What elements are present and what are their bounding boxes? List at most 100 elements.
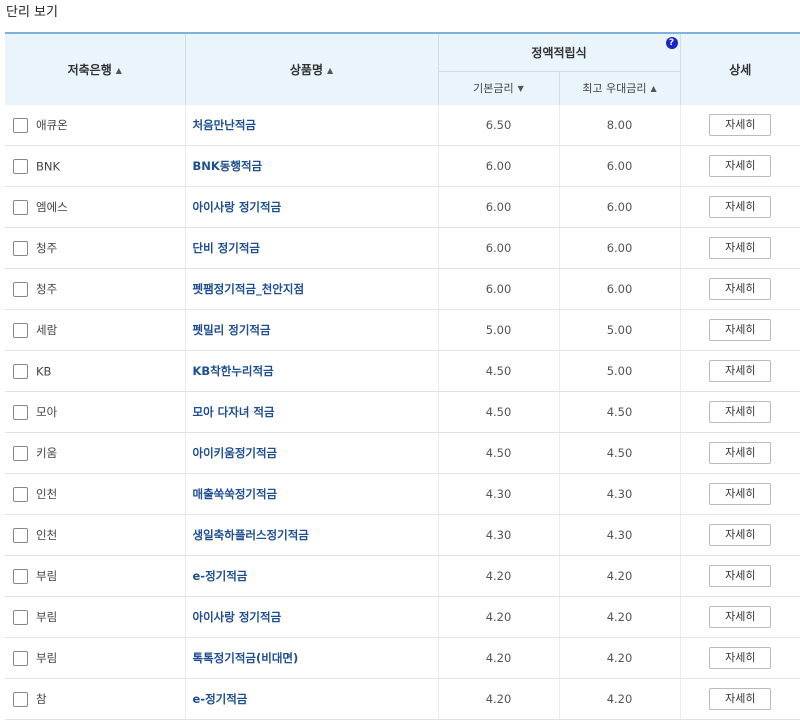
row-checkbox[interactable] — [13, 527, 28, 543]
row-checkbox[interactable] — [13, 609, 28, 625]
detail-button[interactable]: 자세히 — [709, 524, 772, 546]
max-preferential-rate: 6.00 — [558, 145, 681, 187]
table-row: 참 e-정기적금 4.20 4.20 자세히 — [5, 678, 800, 720]
table-row: BNK BNK동행적금 6.00 6.00 자세히 — [5, 145, 800, 187]
bank-cell: 인천 — [5, 514, 185, 556]
product-cell: 아이사랑 정기적금 — [184, 596, 438, 638]
table-row: 인천 생일축하플러스정기적금 4.30 4.30 자세히 — [5, 514, 800, 556]
bank-name: 참 — [36, 692, 47, 706]
bank-name: 모아 — [36, 405, 58, 419]
sort-asc-icon[interactable]: ▲ — [327, 66, 333, 75]
detail-button[interactable]: 자세히 — [709, 360, 772, 382]
row-checkbox[interactable] — [13, 650, 28, 666]
detail-button[interactable]: 자세히 — [709, 114, 772, 136]
row-checkbox[interactable] — [13, 404, 28, 420]
product-name-link[interactable]: 단비 정기적금 — [193, 241, 260, 255]
product-name-link[interactable]: 매출쑥쑥정기적금 — [193, 487, 278, 501]
row-checkbox[interactable] — [13, 199, 28, 215]
row-checkbox[interactable] — [13, 322, 28, 338]
product-name-link[interactable]: 처음만난적금 — [193, 118, 256, 132]
detail-button[interactable]: 자세히 — [709, 319, 772, 341]
bank-name: 애큐온 — [36, 118, 68, 132]
header-max-rate[interactable]: 최고 우대금리 ▲ — [558, 70, 681, 105]
detail-cell: 자세히 — [679, 350, 800, 392]
product-name-link[interactable]: 모아 다자녀 적금 — [193, 405, 275, 419]
product-cell: e-정기적금 — [184, 555, 438, 597]
detail-button[interactable]: 자세히 — [709, 483, 772, 505]
product-name-link[interactable]: KB착한누리적금 — [193, 364, 274, 378]
detail-cell: 자세히 — [679, 678, 800, 720]
product-name-link[interactable]: 톡톡정기적금(비대면) — [193, 651, 299, 665]
max-preferential-rate: 4.50 — [558, 391, 681, 433]
product-cell: 처음만난적금 — [184, 105, 438, 146]
detail-button[interactable]: 자세히 — [709, 278, 772, 300]
detail-cell: 자세히 — [679, 473, 800, 515]
max-preferential-rate: 4.20 — [558, 637, 681, 679]
base-rate: 4.30 — [437, 473, 559, 515]
product-name-link[interactable]: e-정기적금 — [193, 569, 248, 583]
table-row: 엠에스 아이사랑 정기적금 6.00 6.00 자세히 — [5, 186, 800, 228]
detail-button[interactable]: 자세히 — [709, 196, 772, 218]
product-name-link[interactable]: 펫팸정기적금_천안지점 — [193, 282, 305, 296]
table-row: 청주 단비 정기적금 6.00 6.00 자세히 — [5, 227, 800, 269]
header-base-rate[interactable]: 기본금리 ▼ — [437, 70, 560, 105]
row-checkbox[interactable] — [13, 486, 28, 502]
bank-cell: 애큐온 — [5, 105, 185, 146]
detail-button[interactable]: 자세히 — [709, 647, 772, 669]
bank-name: 인천 — [36, 528, 58, 542]
bank-cell: 인천 — [5, 473, 185, 515]
detail-button[interactable]: 자세히 — [709, 606, 772, 628]
base-rate: 4.20 — [437, 596, 559, 638]
row-checkbox[interactable] — [13, 568, 28, 584]
detail-cell: 자세히 — [679, 391, 800, 433]
sort-desc-icon[interactable]: ▼ — [518, 84, 524, 93]
max-preferential-rate: 4.30 — [558, 473, 681, 515]
sort-asc-icon[interactable]: ▲ — [116, 66, 122, 75]
detail-button[interactable]: 자세히 — [709, 155, 772, 177]
detail-cell: 자세히 — [679, 514, 800, 556]
max-preferential-rate: 4.30 — [558, 514, 681, 556]
row-checkbox[interactable] — [13, 117, 28, 133]
max-preferential-rate: 5.00 — [558, 350, 681, 392]
product-name-link[interactable]: 아이키움정기적금 — [193, 446, 278, 460]
max-preferential-rate: 5.00 — [558, 309, 681, 351]
bank-name: 엠에스 — [36, 200, 68, 214]
detail-button[interactable]: 자세히 — [709, 237, 772, 259]
help-icon[interactable]: ? — [665, 36, 678, 49]
product-cell: BNK동행적금 — [184, 145, 438, 187]
row-checkbox[interactable] — [13, 158, 28, 174]
max-preferential-rate: 8.00 — [558, 105, 681, 146]
bank-name: 인천 — [36, 487, 58, 501]
row-checkbox[interactable] — [13, 445, 28, 461]
product-name-link[interactable]: BNK동행적금 — [193, 159, 263, 173]
detail-button[interactable]: 자세히 — [709, 442, 772, 464]
product-name-link[interactable]: 아이사랑 정기적금 — [193, 200, 282, 214]
detail-cell: 자세히 — [679, 309, 800, 351]
row-checkbox[interactable] — [13, 240, 28, 256]
bank-name: KB — [36, 364, 52, 378]
header-detail: 상세 — [679, 32, 800, 105]
bank-name: 세람 — [36, 323, 58, 337]
product-name-link[interactable]: e-정기적금 — [193, 692, 248, 706]
header-group-label: 정액적립식 — [531, 45, 587, 60]
detail-button[interactable]: 자세히 — [709, 688, 772, 710]
product-name-link[interactable]: 생일축하플러스정기적금 — [193, 528, 309, 542]
table-row: 부림 아이사랑 정기적금 4.20 4.20 자세히 — [5, 596, 800, 638]
detail-button[interactable]: 자세히 — [709, 565, 772, 587]
header-bank[interactable]: 저축은행 ▲ — [5, 32, 186, 105]
detail-cell: 자세히 — [679, 555, 800, 597]
header-product[interactable]: 상품명 ▲ — [184, 32, 439, 105]
row-checkbox[interactable] — [13, 691, 28, 707]
sort-asc-icon[interactable]: ▲ — [651, 84, 657, 93]
bank-cell: BNK — [5, 145, 185, 187]
row-checkbox[interactable] — [13, 281, 28, 297]
product-name-link[interactable]: 펫밀리 정기적금 — [193, 323, 271, 337]
detail-button[interactable]: 자세히 — [709, 401, 772, 423]
max-preferential-rate: 4.20 — [558, 555, 681, 597]
base-rate: 6.50 — [437, 105, 559, 146]
bank-cell: KB — [5, 350, 185, 392]
row-checkbox[interactable] — [13, 363, 28, 379]
product-name-link[interactable]: 아이사랑 정기적금 — [193, 610, 282, 624]
detail-cell: 자세히 — [679, 186, 800, 228]
product-cell: 톡톡정기적금(비대면) — [184, 637, 438, 679]
